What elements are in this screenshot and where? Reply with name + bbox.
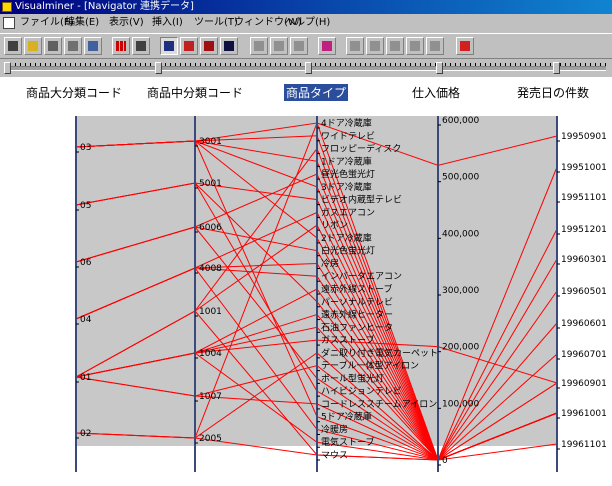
axis3-label: 冷暖房: [321, 423, 348, 435]
axis3-label: 電気ストーブ: [321, 436, 374, 448]
axis3-label: ハイビジョンテレビ: [321, 386, 402, 397]
axis3-label: 遠赤外線ストーブ: [321, 283, 392, 295]
axis1-label: 04: [80, 315, 92, 325]
axis5-label: 19950901: [561, 132, 607, 142]
axis3-label: パーソナルテレビ: [321, 297, 393, 308]
axis3-label: 石油ファンヒータ: [321, 321, 393, 333]
axis5-label: 19960301: [561, 255, 607, 265]
axis3-label: ガスエアコン: [321, 207, 375, 218]
axis3-label: 1ドア冷蔵庫: [321, 155, 372, 167]
axis5-label: 19960501: [561, 287, 607, 297]
axis3-label: ダニ取り付き電気カーペット: [321, 347, 438, 359]
axis3-label: ガスストーブ: [321, 334, 374, 346]
axis3-label: 2ドア冷蔵庫: [321, 232, 372, 244]
axis3-label: テーブル一体型アイロン: [321, 360, 419, 372]
axis3-label: ワイドテレビ: [321, 131, 375, 142]
axis4-label: 200,000: [442, 343, 479, 353]
axis3-label: 5ドア冷蔵庫: [321, 411, 372, 423]
axis2-label: 1007: [199, 392, 222, 402]
axis4-label: 400,000: [442, 229, 479, 239]
axis5-label: 19960601: [561, 319, 607, 329]
axis5-label: 19961101: [561, 440, 607, 450]
axis3-label: 冷房: [321, 257, 339, 269]
axis5-label: 19961001: [561, 409, 607, 419]
axis1-label: 06: [80, 258, 92, 268]
axis3-label: コードレススチームアイロン: [321, 399, 437, 410]
axis2-label: 6006: [199, 223, 222, 233]
axis3-label: 昼光色蛍光灯: [321, 168, 375, 180]
parallel-coordinates-chart: 03 05 06 04 01 02 3001 5001 6006 4008 1001 1004 1007…: [75, 116, 607, 472]
axis2-label: 2005: [199, 434, 222, 444]
axis2-label: 5001: [199, 179, 222, 189]
axis3-label: インバータエアコン: [321, 271, 402, 282]
axis4-label: 0: [442, 456, 448, 466]
axis2-label: 1001: [199, 307, 222, 317]
axis3-label: 遠赤外線ヒーター: [321, 309, 393, 321]
axis3-label: マウス: [321, 450, 348, 461]
axis3-label: リボン: [321, 220, 348, 231]
axis1-label: 02: [80, 429, 91, 439]
axis3-label: 4ドア冷蔵庫: [321, 117, 372, 129]
axis2-label: 3001: [199, 137, 222, 147]
axis3-label: 白光色蛍光灯: [321, 245, 375, 257]
axis5-label: 19960701: [561, 350, 607, 360]
axis2-label: 1004: [199, 349, 222, 359]
axis4-label: 100,000: [442, 399, 479, 409]
axis5-label: 19960901: [561, 379, 607, 389]
axis3-label: ボール型蛍光灯: [321, 372, 384, 384]
axis4-label: 600,000: [442, 116, 479, 126]
axis5-label: 19951001: [561, 163, 607, 173]
axis5-label: 19951201: [561, 225, 607, 235]
axis2-label: 4008: [199, 264, 222, 274]
axis3-label: フロッピーディスク: [321, 143, 401, 155]
axis3-label: ビデオ内蔵型テレビ: [321, 194, 402, 206]
axis1-label: 03: [80, 143, 91, 153]
axis1-label: 05: [80, 201, 91, 211]
axis5-label: 19951101: [561, 193, 607, 203]
axis4-label: 300,000: [442, 286, 479, 296]
axis4-label: 500,000: [442, 173, 479, 183]
axis3-label: 3ドア冷蔵庫: [321, 181, 372, 193]
axis1-label: 01: [80, 373, 91, 383]
